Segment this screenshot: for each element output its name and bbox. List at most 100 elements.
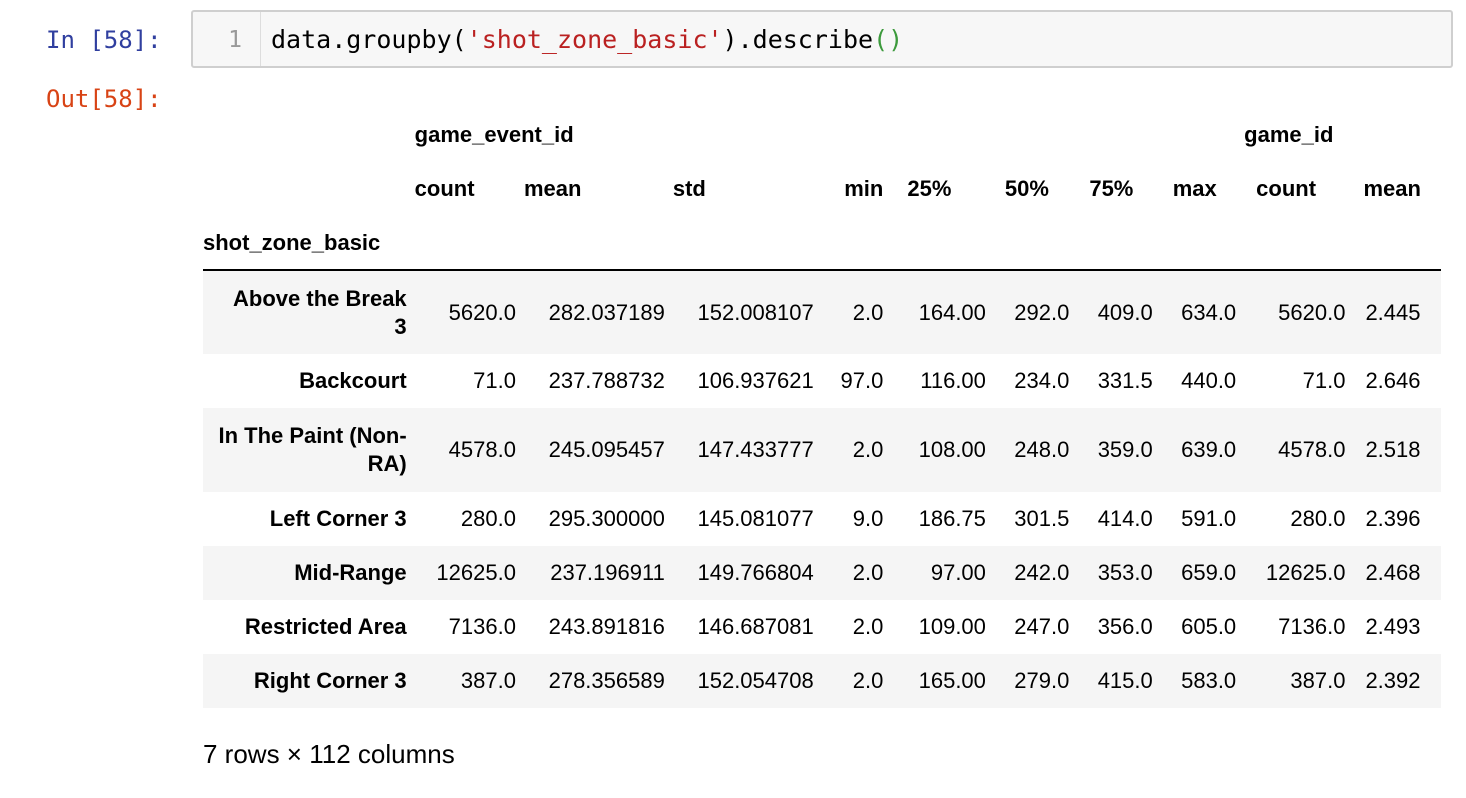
- table-cell: 186.75: [918, 506, 986, 531]
- table-cell: 71.0: [473, 368, 516, 393]
- table-row: Backcourt 71.0 237.788732 106.937621 97.0 116…: [203, 354, 1441, 408]
- table-cell: 71.0: [1302, 368, 1346, 393]
- table-row: Right Corner 3 387.0 278.356589 152.054708 2…: [203, 654, 1441, 708]
- table-cell: 282.037189: [548, 299, 665, 325]
- row-index-label: Right Corner 3: [253, 668, 407, 693]
- table-cell: 2.392: [1365, 668, 1421, 693]
- table-cell: 2.0: [852, 437, 884, 462]
- table-cell: 7136.0: [448, 614, 516, 639]
- column-header: mean: [523, 176, 582, 201]
- table-cell: 147.433777: [697, 437, 814, 462]
- table-cell: 387.0: [460, 668, 516, 693]
- table-cell: 591.0: [1181, 506, 1237, 531]
- row-index-label: Restricted Area: [244, 614, 407, 639]
- table-cell: 2.518: [1365, 437, 1421, 462]
- code-cell-input[interactable]: 1 data.groupby('shot_zone_basic').descri…: [191, 10, 1453, 68]
- column-header-row: count mean std min 25% 50% 75% max count…: [203, 162, 1441, 216]
- table-row: Mid-Range 12625.0 237.196911 149.766804 2.0 9…: [203, 546, 1441, 600]
- table-cell: 2.396: [1365, 506, 1421, 531]
- column-header: count: [1256, 176, 1317, 201]
- column-header: min: [844, 176, 884, 201]
- index-name-row: shot_zone_basic: [203, 216, 1441, 270]
- column-header: mean: [1363, 176, 1421, 201]
- dataframe-output: game_event_id game_id count mean std min…: [203, 108, 1441, 708]
- table-cell: 409.0: [1097, 299, 1153, 325]
- group-header-blank: [203, 108, 415, 162]
- table-cell: 12625.0: [1265, 560, 1346, 585]
- table-cell: 2.493: [1365, 614, 1421, 639]
- table-cell: 4578.0: [448, 437, 516, 462]
- column-header-blank: [203, 162, 415, 216]
- table-cell: 152.054708: [697, 668, 814, 693]
- code-call-parens: (): [873, 25, 904, 54]
- table-cell: 116.00: [920, 368, 986, 393]
- table-cell: 234.0: [1014, 368, 1070, 393]
- table-cell: 145.081077: [697, 506, 814, 531]
- table-cell: 106.937621: [697, 368, 814, 393]
- table-cell: 242.0: [1014, 560, 1070, 585]
- table-cell: 359.0: [1097, 437, 1153, 462]
- code-method: ).describe: [722, 25, 874, 54]
- table-cell: 5620.0: [448, 299, 516, 325]
- dataframe-shape-note: 7 rows × 112 columns: [203, 739, 455, 769]
- table-cell: 97.0: [840, 368, 884, 393]
- output-prompt: Out[58]:: [46, 85, 162, 113]
- column-header: max: [1172, 176, 1217, 201]
- row-index-label: Left Corner 3: [269, 506, 407, 531]
- table-cell: 280.0: [460, 506, 516, 531]
- input-prompt: In [58]:: [46, 26, 162, 54]
- table-row: In The Paint (Non-RA) 4578.0 245.095457 147…: [203, 408, 1441, 492]
- group-header-game-event-id: game_event_id: [414, 122, 574, 147]
- code-line[interactable]: data.groupby('shot_zone_basic').describe…: [271, 25, 903, 55]
- column-header: count: [414, 176, 475, 201]
- table-row: Left Corner 3 280.0 295.300000 145.081077 9.…: [203, 492, 1441, 546]
- table-cell: 248.0: [1014, 437, 1070, 462]
- group-header-game-id: game_id: [1244, 122, 1334, 147]
- table-cell: 165.00: [918, 668, 986, 693]
- table-cell: 605.0: [1181, 614, 1237, 639]
- row-index-label: Backcourt: [299, 368, 407, 393]
- table-cell: 415.0: [1097, 668, 1153, 693]
- table-row: Above the Break 3 5620.0 282.037189 152.008…: [203, 270, 1441, 354]
- row-index-label: In The Paint (Non-RA): [218, 423, 407, 476]
- table-cell: 2.0: [852, 668, 884, 693]
- table-cell: 2.468: [1365, 560, 1421, 585]
- table-cell: 237.196911: [550, 560, 665, 585]
- code-prefix: data.groupby(: [271, 25, 467, 54]
- table-cell: 146.687081: [697, 614, 814, 639]
- table-cell: 243.891816: [548, 614, 665, 639]
- table-cell: 247.0: [1014, 614, 1070, 639]
- table-cell: 7136.0: [1278, 614, 1346, 639]
- table-cell: 301.5: [1014, 506, 1070, 531]
- table-cell: 4578.0: [1278, 437, 1346, 462]
- table-cell: 353.0: [1097, 560, 1153, 585]
- group-header-row: game_event_id game_id: [203, 108, 1441, 162]
- table-cell: 164.00: [918, 299, 986, 325]
- line-number-gutter: 1: [193, 12, 261, 66]
- table-cell: 2.0: [852, 614, 884, 639]
- row-index-label: Mid-Range: [294, 560, 407, 585]
- table-cell: 634.0: [1181, 299, 1237, 325]
- table-cell: 109.00: [918, 614, 986, 639]
- table-cell: 5620.0: [1278, 299, 1346, 325]
- table-cell: 356.0: [1097, 614, 1153, 639]
- table-cell: 414.0: [1097, 506, 1153, 531]
- table-cell: 440.0: [1181, 368, 1237, 393]
- line-number: 1: [228, 27, 242, 53]
- table-cell: 9.0: [852, 506, 884, 531]
- table-cell: 639.0: [1181, 437, 1237, 462]
- table-cell: 295.300000: [548, 506, 665, 531]
- table-cell: 280.0: [1290, 506, 1346, 531]
- table-cell: 583.0: [1181, 668, 1237, 693]
- table-cell: 108.00: [918, 437, 986, 462]
- code-string-arg: 'shot_zone_basic': [466, 25, 723, 54]
- column-header: std: [672, 176, 706, 201]
- row-index-label: Above the Break 3: [233, 285, 407, 339]
- table-cell: 331.5: [1097, 368, 1153, 393]
- table-cell: 278.356589: [548, 668, 665, 693]
- column-header: 75%: [1089, 176, 1134, 201]
- table-cell: 237.788732: [548, 368, 665, 393]
- table-cell: 12625.0: [436, 560, 516, 585]
- table-cell: 387.0: [1290, 668, 1346, 693]
- index-name: shot_zone_basic: [203, 229, 381, 255]
